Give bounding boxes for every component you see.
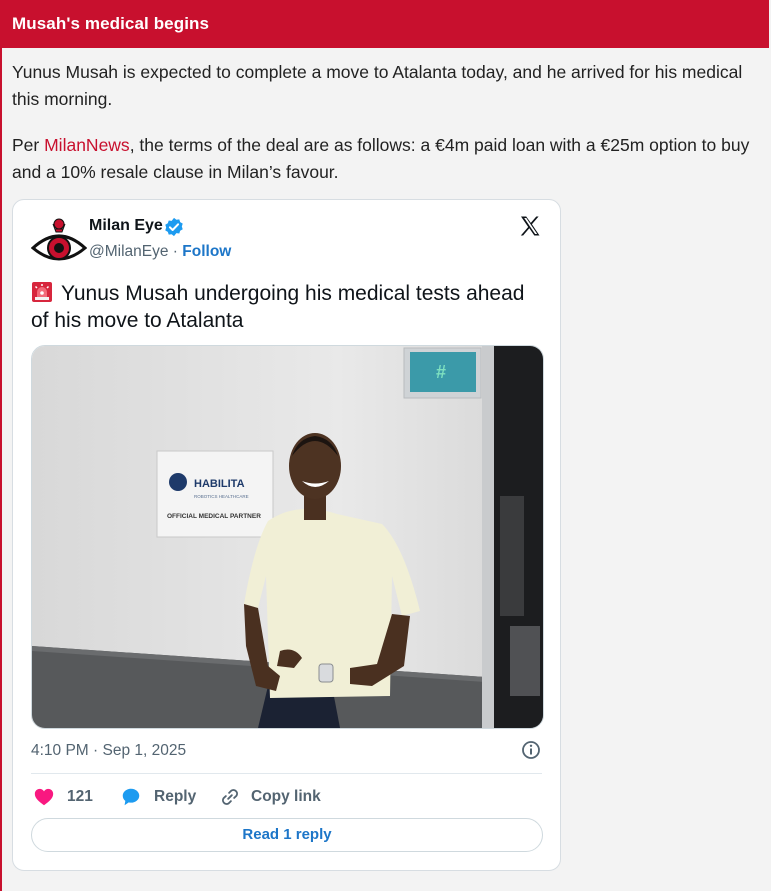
article-paragraph-2: Per MilanNews, the terms of the deal are…: [12, 132, 764, 186]
like-count: 121: [67, 788, 93, 805]
author-name[interactable]: Milan Eye: [89, 217, 163, 235]
embedded-tweet[interactable]: Milan Eye @MilanEye · Follow Yunus Musah…: [12, 199, 561, 871]
siren-icon: [32, 282, 52, 302]
milannews-link[interactable]: MilanNews: [44, 135, 130, 155]
tweet-photo[interactable]: # HABILITA ROBOTICS HEALTHCARE OFFICIAL …: [31, 345, 544, 729]
copy-link-button[interactable]: Copy link: [219, 786, 329, 808]
left-accent-rule: [0, 0, 2, 891]
sign-brand: HABILITA: [194, 478, 245, 490]
medical-photo: # HABILITA ROBOTICS HEALTHCARE OFFICIAL …: [32, 346, 543, 728]
live-update-header: Musah's medical begins: [2, 0, 769, 48]
tweet-timestamp[interactable]: 4:10 PM · Sep 1, 2025: [31, 742, 186, 760]
para2-prefix: Per: [12, 135, 45, 155]
reply-label: Reply: [154, 788, 197, 805]
reply-bubble-icon: [122, 788, 140, 806]
update-title: Musah's medical begins: [12, 14, 210, 33]
svg-text:#: #: [436, 362, 446, 382]
copy-link-label: Copy link: [251, 788, 321, 805]
tweet-body-text: Yunus Musah undergoing his medical tests…: [31, 282, 525, 332]
sign-caption: OFFICIAL MEDICAL PARTNER: [167, 513, 261, 520]
avatar[interactable]: [31, 212, 87, 268]
read-reply-button[interactable]: Read 1 reply: [31, 818, 543, 852]
x-logo-icon[interactable]: [518, 214, 542, 238]
info-icon[interactable]: [521, 740, 541, 760]
reply-button[interactable]: Reply: [120, 786, 200, 808]
follow-link[interactable]: Follow: [182, 243, 231, 260]
like-button[interactable]: 121: [33, 786, 103, 808]
article-paragraph-1: Yunus Musah is expected to complete a mo…: [12, 62, 743, 109]
verified-badge-icon: [165, 217, 183, 237]
link-icon: [222, 789, 238, 805]
sign-sub: ROBOTICS HEALTHCARE: [194, 494, 249, 499]
heart-icon: [34, 788, 54, 806]
handle-separator: ·: [168, 243, 183, 260]
tweet-divider: [31, 773, 542, 774]
handle-line: @MilanEye · Follow: [89, 243, 231, 261]
tweet-text: Yunus Musah undergoing his medical tests…: [31, 280, 541, 334]
author-handle[interactable]: @MilanEye: [89, 243, 168, 260]
